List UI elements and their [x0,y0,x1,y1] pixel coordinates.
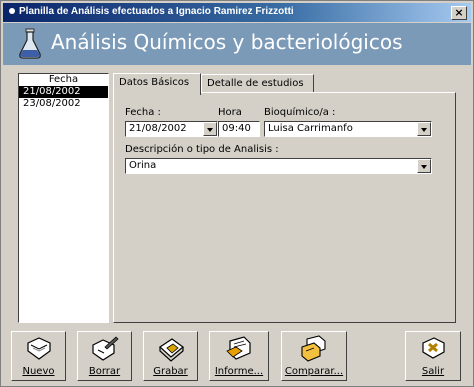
compare-icon [301,335,326,362]
flask-icon [19,28,41,59]
hora-value: 09:40 [222,123,251,134]
nuevo-label: Nuevo [22,366,55,377]
fecha-dropdown-button[interactable] [203,122,217,136]
fecha-label: Fecha : [125,107,161,118]
date-list-item[interactable]: 23/08/2002 [19,98,108,110]
save-disk-icon [158,338,184,362]
descripcion-value: Orina [129,160,157,171]
date-list-item-selected[interactable]: 21/08/2002 [19,86,108,98]
window-title: Planilla de Análisis efectuados a Ignaci… [19,6,294,17]
bottom-toolbar: Nuevo Borrar Grabar Informe... Comparar.… [11,331,467,381]
report-icon [226,336,251,360]
bioquimico-label: Bioquímico/a : [264,107,336,118]
date-list[interactable]: Fecha 21/08/2002 23/08/2002 [18,73,109,323]
comparar-button[interactable]: Comparar... [281,331,347,381]
borrar-button[interactable]: Borrar [77,331,132,381]
close-button[interactable]: × [451,6,467,20]
comparar-label: Comparar... [284,366,344,377]
descripcion-label: Descripción o tipo de Analisis : [125,144,279,155]
informe-label: Informe... [214,366,264,377]
new-document-icon [26,337,51,360]
grabar-button[interactable]: Grabar [143,331,198,381]
title-bar[interactable]: Planilla de Análisis efectuados a Ignaci… [3,3,471,22]
hora-input[interactable]: 09:40 [218,121,260,137]
page-title: Análisis Químicos y bacteriológicos [51,30,403,54]
hora-label: Hora [218,107,242,118]
fecha-select[interactable]: 21/08/2002 [125,121,218,137]
tab-datos-basicos[interactable]: Datos Básicos [113,73,201,95]
grabar-label: Grabar [153,366,188,377]
fecha-value: 21/08/2002 [129,123,187,134]
informe-button[interactable]: Informe... [209,331,269,381]
bioquimico-select[interactable]: Luisa Carrimanfo [264,121,432,137]
nuevo-button[interactable]: Nuevo [11,331,66,381]
page-header: Análisis Químicos y bacteriológicos [3,23,471,65]
salir-button[interactable]: Salir [405,331,461,381]
tab-detalle-estudios[interactable]: Detalle de estudios [201,74,314,93]
window-bullet-icon [9,8,15,14]
descripcion-dropdown-button[interactable] [417,159,431,173]
datos-basicos-panel: Fecha : 21/08/2002 Hora 09:40 Bioquímico… [113,92,456,323]
exit-icon [422,337,445,359]
date-list-header: Fecha [48,74,79,85]
descripcion-select[interactable]: Orina [125,158,432,174]
erase-document-icon [91,336,119,361]
salir-label: Salir [421,366,445,377]
borrar-label: Borrar [88,366,121,377]
bioquimico-value: Luisa Carrimanfo [268,123,353,134]
application-window: Planilla de Análisis efectuados a Ignaci… [0,0,474,387]
bioquimico-dropdown-button[interactable] [417,122,431,136]
